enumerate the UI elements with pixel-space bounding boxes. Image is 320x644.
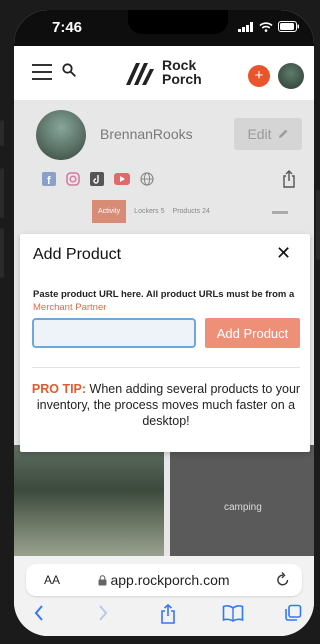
- close-icon[interactable]: ✕: [276, 243, 291, 264]
- volume-up-button: [0, 168, 4, 218]
- logo-mark-icon: [126, 63, 154, 85]
- profile-avatar: [36, 110, 86, 160]
- menu-icon[interactable]: [32, 64, 52, 80]
- tab-options-handle[interactable]: [272, 211, 288, 214]
- status-time: 7:46: [52, 19, 83, 36]
- facebook-icon[interactable]: f: [42, 172, 56, 186]
- wifi-icon: [259, 21, 273, 32]
- tab-lockers[interactable]: Lockers 5: [134, 208, 164, 215]
- pro-tip-label: PRO TIP:: [31, 382, 87, 396]
- modal-divider: [32, 367, 300, 368]
- youtube-icon[interactable]: [114, 173, 130, 185]
- browser-bar: AA app.rockporch.com: [14, 556, 314, 636]
- tab-products[interactable]: Products 24: [173, 208, 210, 215]
- tiktok-icon[interactable]: [90, 172, 104, 186]
- globe-icon[interactable]: [140, 172, 154, 186]
- share-sheet-icon[interactable]: [160, 604, 176, 624]
- activity-photo-waterfall[interactable]: [14, 445, 164, 556]
- product-url-input[interactable]: [32, 318, 196, 348]
- browser-toolbar: [14, 604, 314, 628]
- bookmarks-icon[interactable]: [222, 604, 244, 622]
- status-bar: 7:46: [14, 10, 314, 46]
- battery-icon: [278, 21, 299, 32]
- app-header: Rock Porch +: [14, 46, 314, 100]
- svg-text:f: f: [47, 175, 51, 186]
- rock-porch-logo[interactable]: Rock Porch: [124, 58, 202, 86]
- reload-icon[interactable]: [276, 571, 290, 587]
- address-text: app.rockporch.com: [110, 572, 230, 588]
- add-product-button[interactable]: Add Product: [205, 318, 300, 348]
- instruction-text: Paste product URL here. All product URLs…: [33, 289, 295, 300]
- tabs-icon[interactable]: [284, 604, 302, 622]
- signal-icon: [238, 21, 253, 32]
- volume-down-button: [0, 228, 4, 278]
- pencil-icon: [278, 129, 287, 138]
- profile-tabs: Activity Lockers 5 Products 24: [92, 200, 210, 223]
- instagram-icon[interactable]: [66, 172, 80, 186]
- forward-icon[interactable]: [98, 604, 108, 622]
- camera-notch: [128, 10, 228, 34]
- phone-frame: 7:46 Rock Porch + BrennanRooks Edit f Ac…: [0, 0, 320, 644]
- share-icon[interactable]: [282, 170, 296, 188]
- url-instructions: Paste product URL here. All product URLs…: [33, 288, 299, 314]
- tab-activity[interactable]: Activity: [92, 200, 127, 223]
- mute-switch: [0, 120, 4, 146]
- profile-username: BrennanRooks: [100, 126, 193, 142]
- activity-photo-camping[interactable]: [170, 445, 314, 556]
- address-bar[interactable]: AA app.rockporch.com: [26, 564, 302, 596]
- brand-line-1: Rock: [162, 57, 197, 73]
- power-button: [316, 190, 320, 260]
- modal-title: Add Product: [33, 246, 122, 263]
- brand-line-2: Porch: [162, 71, 202, 87]
- address-display: app.rockporch.com: [26, 572, 302, 588]
- edit-profile-button[interactable]: Edit: [234, 118, 302, 150]
- search-icon[interactable]: [62, 63, 76, 77]
- add-product-modal: Add Product ✕ Paste product URL here. Al…: [20, 234, 310, 452]
- status-icons: [238, 21, 300, 32]
- merchant-partner-link[interactable]: Merchant Partner: [33, 302, 106, 313]
- phone-screen: 7:46 Rock Porch + BrennanRooks Edit f Ac…: [14, 10, 314, 636]
- edit-label: Edit: [247, 126, 272, 142]
- lock-icon: [98, 575, 107, 586]
- back-icon[interactable]: [34, 604, 44, 622]
- user-avatar[interactable]: [278, 63, 304, 89]
- add-button[interactable]: +: [248, 65, 270, 87]
- photo-caption: camping: [224, 502, 262, 513]
- social-links: f: [42, 172, 154, 186]
- pro-tip: PRO TIP: When adding several products to…: [30, 381, 302, 429]
